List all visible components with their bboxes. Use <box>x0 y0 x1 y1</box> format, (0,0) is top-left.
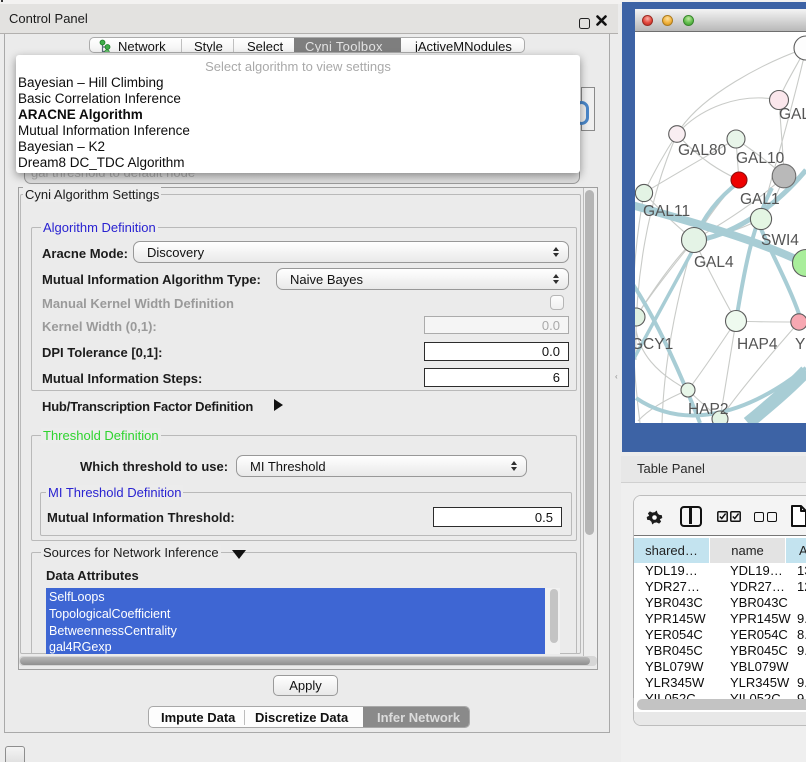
svg-text:GAL4: GAL4 <box>694 254 734 271</box>
svg-text:HAP2: HAP2 <box>688 401 729 418</box>
svg-text:GAL10: GAL10 <box>736 150 785 167</box>
svg-text:HAP4: HAP4 <box>737 336 778 353</box>
svg-text:GAL1: GAL1 <box>740 191 780 208</box>
svg-text:GCY1: GCY1 <box>635 336 673 353</box>
svg-text:GAL80: GAL80 <box>678 142 727 159</box>
svg-text:SWI4: SWI4 <box>761 232 799 249</box>
svg-text:GAL11: GAL11 <box>643 203 690 220</box>
svg-text:GAL: GAL <box>779 106 806 123</box>
svg-text:Y: Y <box>795 336 805 353</box>
